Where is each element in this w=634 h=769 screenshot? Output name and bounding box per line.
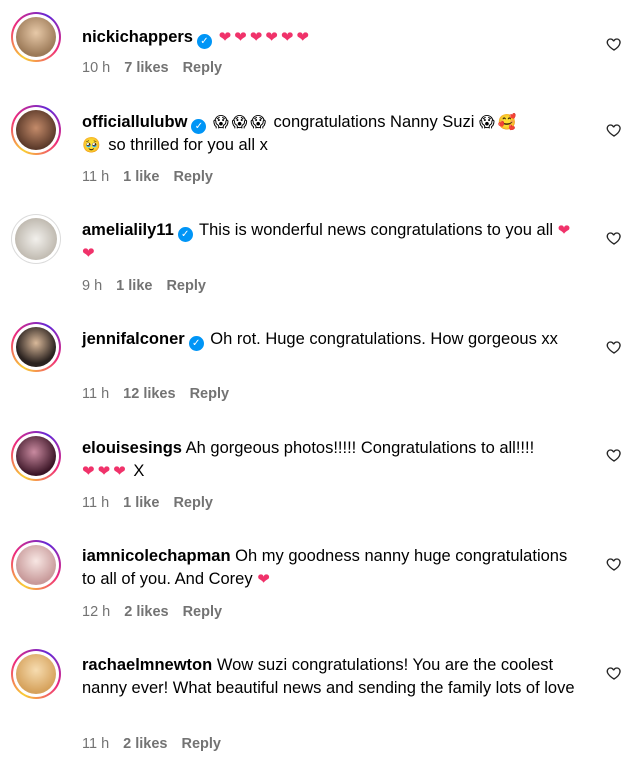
like-count[interactable]: 2 likes: [124, 604, 168, 620]
reply-button[interactable]: Reply: [173, 495, 213, 511]
comment-time: 10 h: [82, 60, 111, 76]
heart-outline-icon[interactable]: [606, 339, 622, 355]
verified-badge-icon: ✓: [191, 119, 207, 134]
like-count[interactable]: 1 like: [123, 495, 159, 511]
avatar[interactable]: [11, 431, 61, 481]
avatar[interactable]: [11, 214, 61, 264]
heart-outline-icon[interactable]: [606, 36, 622, 52]
like-count[interactable]: 1 like: [123, 169, 159, 185]
comment-text: so thrilled for you all x: [108, 136, 268, 154]
comment-text: Oh rot. Huge congratulations. How gorgeo…: [210, 330, 558, 348]
username[interactable]: officiallulubw: [82, 113, 187, 131]
reply-button[interactable]: Reply: [182, 736, 222, 752]
verified-badge-icon: ✓: [188, 336, 204, 351]
reply-button[interactable]: Reply: [183, 604, 223, 620]
heart-emoji: ❤: [257, 570, 273, 588]
avatar[interactable]: [11, 649, 61, 699]
reply-button[interactable]: Reply: [183, 60, 223, 76]
verified-badge-icon: ✓: [196, 34, 212, 49]
username[interactable]: elouisesings: [82, 439, 182, 457]
comment-time: 11 h: [82, 736, 110, 752]
avatar[interactable]: [11, 540, 61, 590]
verified-badge-icon: ✓: [177, 227, 193, 242]
reply-button[interactable]: Reply: [166, 278, 206, 294]
heart-outline-icon[interactable]: [606, 447, 622, 463]
reply-button[interactable]: Reply: [173, 169, 213, 185]
comment-time: 11 h: [82, 495, 110, 511]
emoji: 😱😱😱: [213, 113, 269, 131]
heart-outline-icon[interactable]: [606, 122, 622, 138]
like-count[interactable]: 12 likes: [123, 386, 175, 402]
comment-text: X: [133, 462, 145, 480]
avatar[interactable]: [11, 12, 61, 62]
heart-outline-icon[interactable]: [606, 665, 622, 681]
avatar[interactable]: [11, 105, 61, 155]
heart-emoji: ❤❤❤❤❤❤: [218, 28, 312, 46]
heart-outline-icon[interactable]: [606, 230, 622, 246]
username[interactable]: amelialily11: [82, 221, 174, 239]
like-count[interactable]: 7 likes: [124, 60, 168, 76]
comment-time: 11 h: [82, 169, 110, 185]
heart-outline-icon[interactable]: [606, 556, 622, 572]
comment-time: 12 h: [82, 604, 111, 620]
comment-text: Ah gorgeous photos!!!!! Congratulations …: [185, 439, 535, 457]
emoji: 😱🥰: [479, 113, 520, 131]
avatar[interactable]: [11, 322, 61, 372]
comment-text: congratulations Nanny Suzi: [273, 113, 475, 131]
username[interactable]: jennifalconer: [82, 330, 185, 348]
username[interactable]: iamnicolechapman: [82, 547, 231, 565]
like-count[interactable]: 2 likes: [123, 736, 167, 752]
emoji: 🥹: [82, 136, 104, 154]
comment-time: 11 h: [82, 386, 110, 402]
comment-time: 9 h: [82, 278, 103, 294]
reply-button[interactable]: Reply: [190, 386, 230, 402]
heart-emoji: ❤❤❤: [82, 462, 129, 480]
comment-text: This is wonderful news congratulations t…: [199, 221, 554, 239]
like-count[interactable]: 1 like: [116, 278, 152, 294]
username[interactable]: rachaelmnewton: [82, 656, 212, 674]
username[interactable]: nickichappers: [82, 28, 193, 46]
